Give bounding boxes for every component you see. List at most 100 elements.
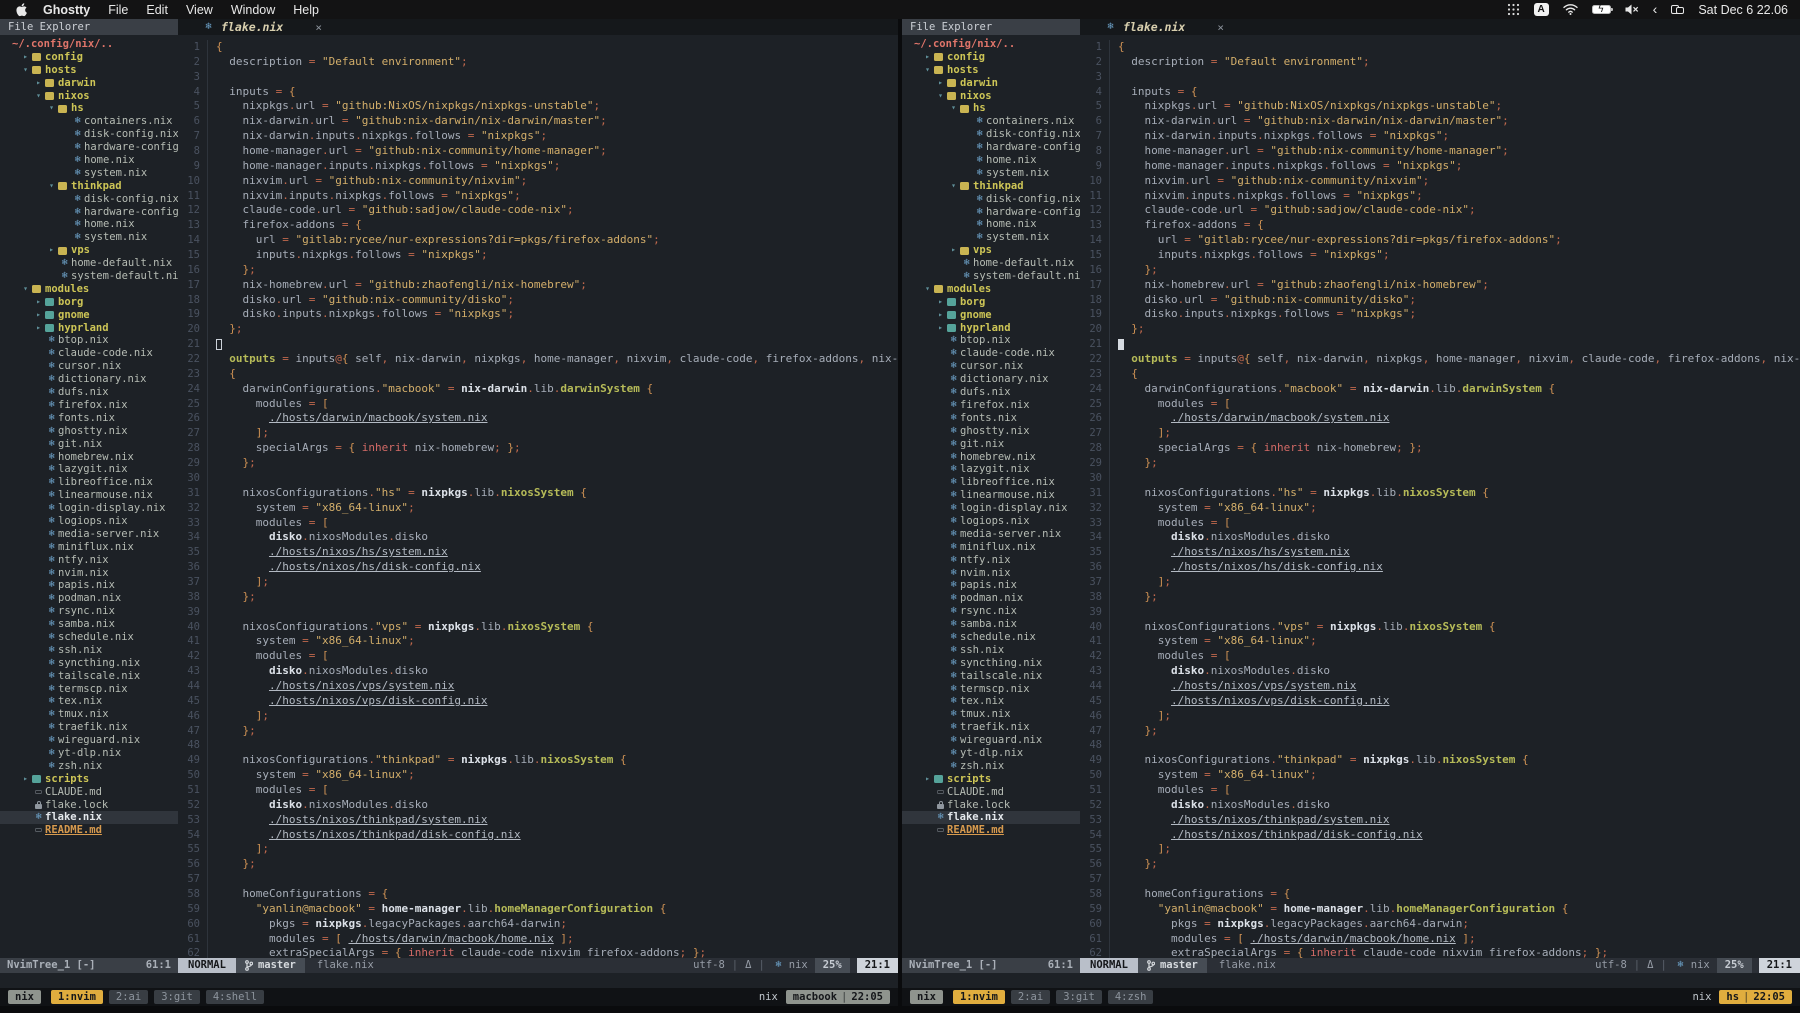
tree-item-disk-config.nix[interactable]: ❄disk-config.nix: [902, 128, 1080, 141]
tree-item-dufs.nix[interactable]: ❄dufs.nix: [902, 386, 1080, 399]
tree-item-git.nix[interactable]: ❄git.nix: [0, 438, 178, 451]
code-line-1[interactable]: 1{: [178, 40, 898, 55]
tree-folder-nixos[interactable]: ▾nixos: [902, 90, 1080, 103]
chevron-down-icon[interactable]: ▾: [947, 102, 960, 115]
tree-item-home-default.nix[interactable]: ❄home-default.nix: [902, 257, 1080, 270]
tree-item-traefik.nix[interactable]: ❄traefik.nix: [902, 721, 1080, 734]
chevron-right-icon[interactable]: ▸: [934, 309, 947, 322]
tree-item-flake.lock[interactable]: flake.lock: [902, 799, 1080, 812]
vim-command-line[interactable]: [0, 973, 898, 988]
code-line-58[interactable]: 58 homeConfigurations = {: [1080, 887, 1800, 902]
code-line-13[interactable]: 13 firefox-addons = {: [178, 218, 898, 233]
code-line-50[interactable]: 50 system = "x86_64-linux";: [1080, 768, 1800, 783]
chevron-right-icon[interactable]: ▸: [32, 77, 45, 90]
code-line-54[interactable]: 54 ./hosts/nixos/thinkpad/disk-config.ni…: [1080, 828, 1800, 843]
tab-close-icon[interactable]: ×: [315, 21, 322, 34]
tree-item-lazygit.nix[interactable]: ❄lazygit.nix: [902, 463, 1080, 476]
code-line-53[interactable]: 53 ./hosts/nixos/thinkpad/system.nix: [178, 813, 898, 828]
tree-folder-scripts[interactable]: ▸scripts: [0, 773, 178, 786]
code-line-18[interactable]: 18 disko.url = "github:nix-community/dis…: [1080, 293, 1800, 308]
code-line-26[interactable]: 26 ./hosts/darwin/macbook/system.nix: [178, 411, 898, 426]
code-line-29[interactable]: 29 };: [178, 456, 898, 471]
code-line-7[interactable]: 7 nix-darwin.inputs.nixpkgs.follows = "n…: [178, 129, 898, 144]
menu-item-edit[interactable]: Edit: [146, 3, 168, 17]
tree-item-syncthing.nix[interactable]: ❄syncthing.nix: [902, 657, 1080, 670]
tree-item-hardware-configura[interactable]: ❄hardware-configura: [902, 141, 1080, 154]
menu-app-name[interactable]: Ghostty: [43, 3, 90, 17]
code-line-62[interactable]: 62 extraSpecialArgs = { inherit claude-c…: [1080, 946, 1800, 958]
tree-item-tailscale.nix[interactable]: ❄tailscale.nix: [0, 670, 178, 683]
code-line-60[interactable]: 60 pkgs = nixpkgs.legacyPackages.aarch64…: [1080, 917, 1800, 932]
chevron-right-icon[interactable]: ▸: [19, 51, 32, 64]
code-line-9[interactable]: 9 home-manager.inputs.nixpkgs.follows = …: [1080, 159, 1800, 174]
code-line-25[interactable]: 25 modules = [: [178, 397, 898, 412]
wifi-icon[interactable]: [1563, 4, 1578, 15]
chevron-down-icon[interactable]: ▾: [934, 90, 947, 103]
code-line-6[interactable]: 6 nix-darwin.url = "github:nix-darwin/ni…: [1080, 114, 1800, 129]
battery-charging-icon[interactable]: ϟ: [1592, 5, 1611, 14]
chevron-down-icon[interactable]: ▾: [32, 90, 45, 103]
tree-folder-hyprland[interactable]: ▸hyprland: [0, 322, 178, 335]
tree-item-home.nix[interactable]: ❄home.nix: [0, 154, 178, 167]
code-line-45[interactable]: 45 ./hosts/nixos/vps/disk-config.nix: [1080, 694, 1800, 709]
code-line-57[interactable]: 57: [178, 872, 898, 887]
chevron-left-icon[interactable]: ‹: [1653, 3, 1658, 15]
code-line-15[interactable]: 15 inputs.nixpkgs.follows = "nixpkgs";: [178, 248, 898, 263]
code-line-9[interactable]: 9 home-manager.inputs.nixpkgs.follows = …: [178, 159, 898, 174]
code-line-53[interactable]: 53 ./hosts/nixos/thinkpad/system.nix: [1080, 813, 1800, 828]
tree-item-rsync.nix[interactable]: ❄rsync.nix: [902, 605, 1080, 618]
tree-item-papis.nix[interactable]: ❄papis.nix: [0, 579, 178, 592]
tree-item-login-display.nix[interactable]: ❄login-display.nix: [902, 502, 1080, 515]
tree-item-termscp.nix[interactable]: ❄termscp.nix: [0, 683, 178, 696]
tree-item-traefik.nix[interactable]: ❄traefik.nix: [0, 721, 178, 734]
tree-item-yt-dlp.nix[interactable]: ❄yt-dlp.nix: [0, 747, 178, 760]
tmux-window-4:zsh[interactable]: 4:zsh: [1108, 990, 1154, 1004]
tree-item-wireguard.nix[interactable]: ❄wireguard.nix: [0, 734, 178, 747]
apps-grid-icon[interactable]: [1507, 3, 1520, 16]
code-line-33[interactable]: 33 modules = [: [178, 516, 898, 531]
tree-folder-gnome[interactable]: ▸gnome: [0, 309, 178, 322]
code-line-60[interactable]: 60 pkgs = nixpkgs.legacyPackages.aarch64…: [178, 917, 898, 932]
code-line-3[interactable]: 3: [178, 70, 898, 85]
chevron-right-icon[interactable]: ▸: [934, 296, 947, 309]
chevron-right-icon[interactable]: ▸: [947, 244, 960, 257]
tree-item-claude-code.nix[interactable]: ❄claude-code.nix: [0, 347, 178, 360]
code-editor[interactable]: 1{2 description = "Default environment";…: [1080, 35, 1800, 958]
tree-item-login-display.nix[interactable]: ❄login-display.nix: [0, 502, 178, 515]
tree-item-system-default.nix[interactable]: ❄system-default.nix: [902, 270, 1080, 283]
code-line-45[interactable]: 45 ./hosts/nixos/vps/disk-config.nix: [178, 694, 898, 709]
code-line-8[interactable]: 8 home-manager.url = "github:nix-communi…: [1080, 144, 1800, 159]
code-line-36[interactable]: 36 ./hosts/nixos/hs/disk-config.nix: [1080, 560, 1800, 575]
code-line-8[interactable]: 8 home-manager.url = "github:nix-communi…: [178, 144, 898, 159]
tree-item-logiops.nix[interactable]: ❄logiops.nix: [902, 515, 1080, 528]
tree-item-termscp.nix[interactable]: ❄termscp.nix: [902, 683, 1080, 696]
code-line-41[interactable]: 41 system = "x86_64-linux";: [178, 634, 898, 649]
tree-item-tmux.nix[interactable]: ❄tmux.nix: [0, 708, 178, 721]
tree-item-flake.nix[interactable]: ❄flake.nix: [0, 811, 178, 824]
tab-flake-nix[interactable]: ❄ flake.nix ×: [202, 20, 322, 34]
tree-item-samba.nix[interactable]: ❄samba.nix: [902, 618, 1080, 631]
tree-item-ntfy.nix[interactable]: ❄ntfy.nix: [902, 554, 1080, 567]
code-line-46[interactable]: 46 ];: [1080, 709, 1800, 724]
code-line-59[interactable]: 59 "yanlin@macbook" = home-manager.lib.h…: [178, 902, 898, 917]
code-line-5[interactable]: 5 nixpkgs.url = "github:NixOS/nixpkgs/ni…: [178, 99, 898, 114]
tree-item-cursor.nix[interactable]: ❄cursor.nix: [902, 360, 1080, 373]
tree-item-media-server.nix[interactable]: ❄media-server.nix: [0, 528, 178, 541]
tree-item-~/.config/nix/..[interactable]: ~/.config/nix/..: [0, 38, 178, 51]
tree-item-claude-code.nix[interactable]: ❄claude-code.nix: [902, 347, 1080, 360]
tree-item-home-default.nix[interactable]: ❄home-default.nix: [0, 257, 178, 270]
tree-item-dufs.nix[interactable]: ❄dufs.nix: [0, 386, 178, 399]
chevron-down-icon[interactable]: ▾: [19, 64, 32, 77]
code-line-27[interactable]: 27 ];: [178, 426, 898, 441]
chevron-down-icon[interactable]: ▾: [45, 102, 58, 115]
tree-item-lazygit.nix[interactable]: ❄lazygit.nix: [0, 463, 178, 476]
chevron-down-icon[interactable]: ▾: [19, 283, 32, 296]
tree-item-ghostty.nix[interactable]: ❄ghostty.nix: [0, 425, 178, 438]
tree-folder-config[interactable]: ▸config: [0, 51, 178, 64]
tree-item-syncthing.nix[interactable]: ❄syncthing.nix: [0, 657, 178, 670]
tree-folder-hs[interactable]: ▾hs: [902, 102, 1080, 115]
tree-item-miniflux.nix[interactable]: ❄miniflux.nix: [0, 541, 178, 554]
tree-item-fonts.nix[interactable]: ❄fonts.nix: [0, 412, 178, 425]
code-line-48[interactable]: 48: [178, 738, 898, 753]
tmux-window-3:git[interactable]: 3:git: [1056, 990, 1102, 1004]
